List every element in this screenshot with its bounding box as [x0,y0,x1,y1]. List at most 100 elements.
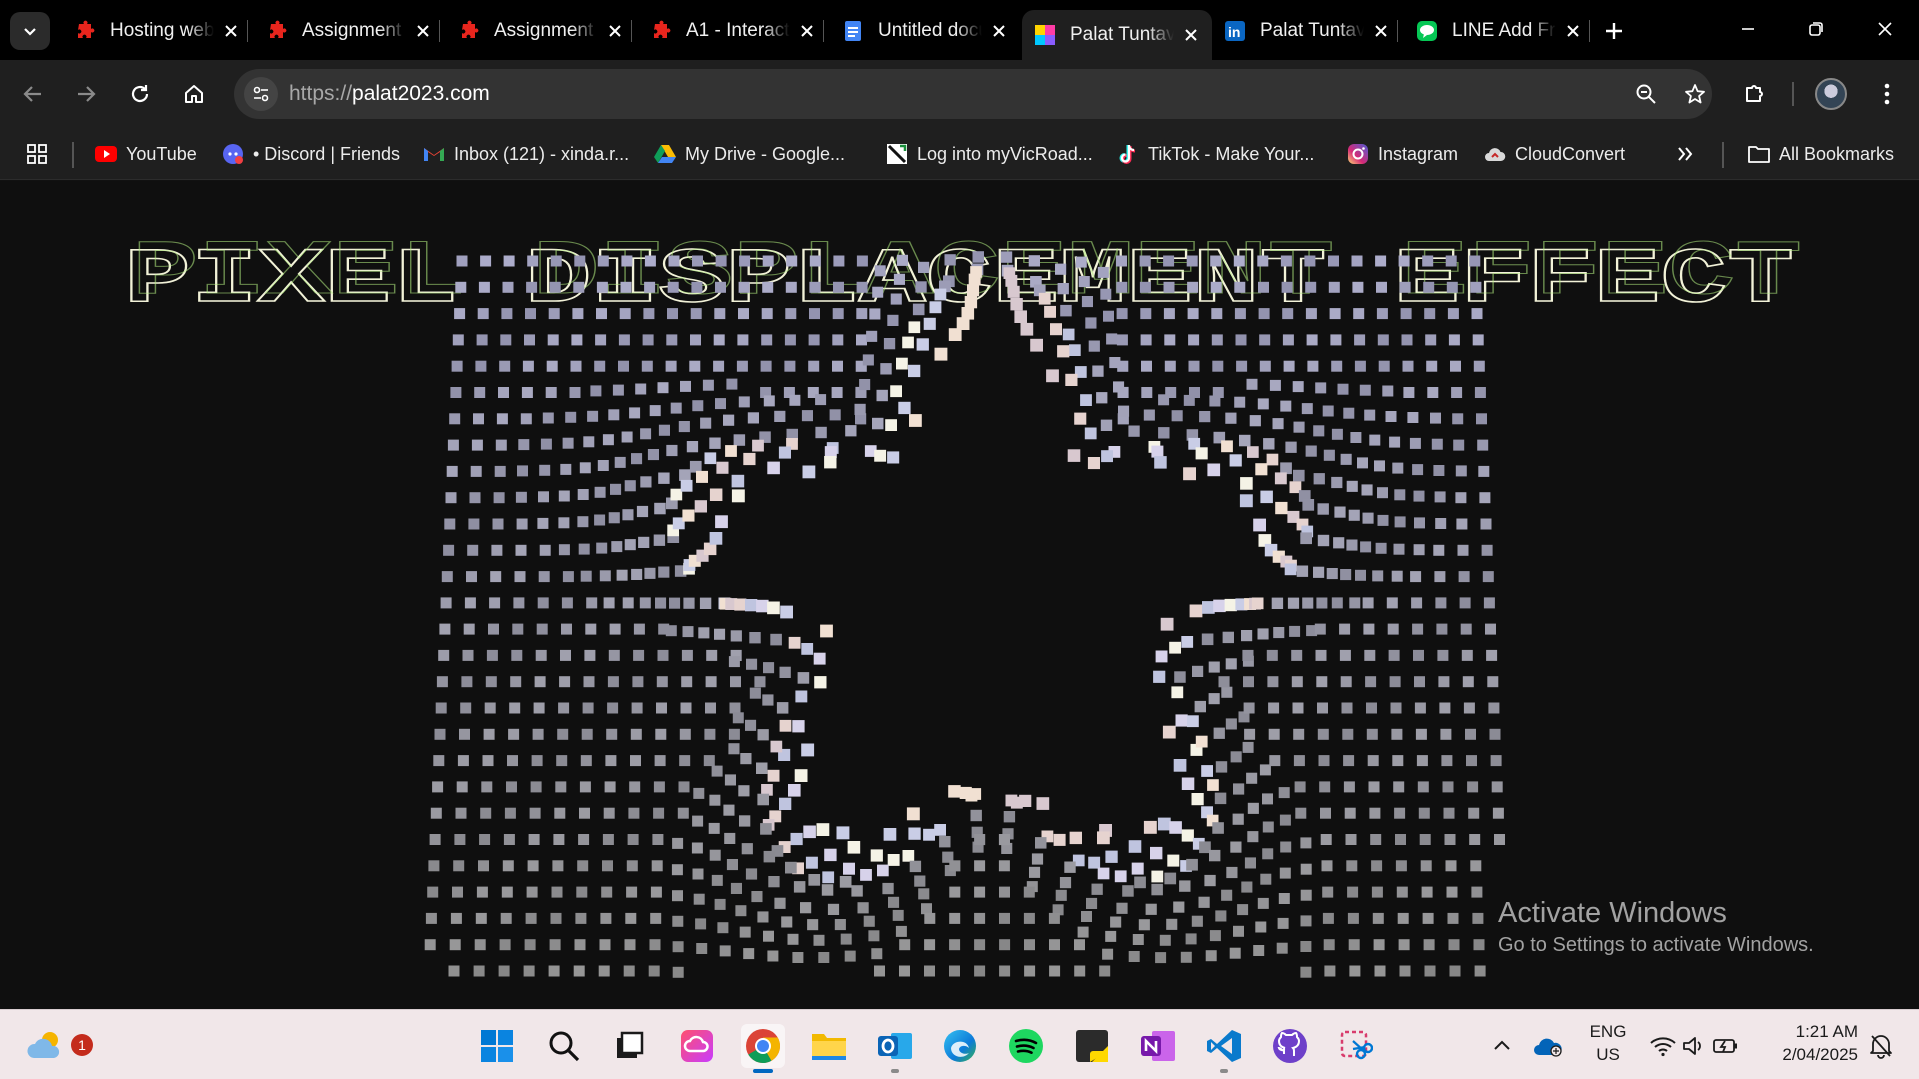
pixel-cell [557,728,569,740]
pixel-cell [496,413,508,425]
minimize-button[interactable] [1725,8,1771,50]
close-icon[interactable] [220,20,242,42]
pixel-cell [1239,494,1253,508]
tab-palat-linkedin[interactable]: in Palat Tuntavong [1212,12,1402,50]
pixel-cell [716,461,729,474]
pixel-cell [1446,281,1458,293]
pixel-cell [526,281,538,293]
close-window-button[interactable] [1862,8,1908,50]
clock-button[interactable]: 1:21 AM 2/04/2025 [1766,1022,1858,1068]
tab-line-add-friend[interactable]: LINE Add Friend [1404,12,1594,50]
pixel-cell [1263,438,1275,450]
pixel-cell [1208,693,1220,705]
restore-button[interactable] [1793,8,1839,50]
pixel-displacement-canvas[interactable] [0,181,1919,1009]
taskbar-snipping-tool[interactable] [1334,1024,1378,1068]
pixel-cell [1139,281,1151,293]
pixel-cell [550,255,562,267]
pixel-cell [1398,939,1410,951]
pixel-cell [801,410,813,422]
more-bookmarks-button[interactable] [1676,140,1694,168]
close-icon[interactable] [796,20,818,42]
pixel-cell [1377,334,1389,346]
tab-search-button[interactable] [10,12,50,50]
close-icon[interactable] [1562,20,1584,42]
home-button[interactable] [174,74,214,114]
taskbar-sticky-notes[interactable] [1070,1024,1114,1068]
task-view-button[interactable] [607,1024,651,1068]
bookmark-star-button[interactable] [1675,74,1715,114]
taskbar-file-explorer[interactable] [807,1024,851,1068]
tab-untitled-document[interactable]: Untitled document [830,12,1020,50]
quick-settings-button[interactable] [1648,1024,1740,1068]
tab-palat-active[interactable]: Palat Tuntavong [1022,10,1212,60]
url-text[interactable]: https://palat2023.com [289,82,490,106]
pixel-cell [949,939,961,951]
bookmark-vicroads[interactable]: Log into myVicRoad... [886,140,1093,168]
taskbar-chrome[interactable] [741,1024,785,1073]
pixel-cell [829,409,841,421]
close-icon[interactable] [1180,24,1202,46]
pixel-cell [808,334,820,346]
site-info-button[interactable] [244,77,278,111]
pixel-cell [745,719,757,731]
language-code: ENG [1589,1022,1627,1041]
pixel-cell [540,438,552,450]
taskbar-creative-cloud[interactable] [675,1024,719,1068]
close-icon[interactable] [1370,20,1392,42]
taskbar-search-button[interactable] [542,1024,586,1068]
bookmark-gmail[interactable]: Inbox (121) - xinda.r... [423,140,629,168]
notifications-button[interactable] [1864,1024,1898,1068]
bookmark-discord[interactable]: • Discord | Friends [222,140,400,168]
new-tab-button[interactable] [1596,14,1632,48]
pixel-cell [1260,490,1273,504]
taskbar-spotify[interactable] [1004,1024,1048,1068]
pixel-cell [1067,449,1081,462]
bookmark-google-drive[interactable]: My Drive - Google... [654,140,845,168]
back-button[interactable] [13,74,53,114]
close-icon[interactable] [412,20,434,42]
forward-button[interactable] [66,74,106,114]
reload-button[interactable] [120,74,160,114]
taskbar-onenote[interactable] [1136,1024,1180,1068]
bookmark-instagram[interactable]: Instagram [1347,140,1458,168]
pixel-cell [1233,255,1245,267]
bookmark-cloudconvert[interactable]: CloudConvert [1484,140,1625,168]
taskbar-outlook[interactable] [873,1024,917,1073]
extensions-button[interactable] [1734,74,1774,114]
taskbar-github-desktop[interactable] [1268,1024,1312,1068]
bookmark-youtube[interactable]: YouTube [95,140,197,168]
menu-button[interactable] [1867,74,1907,114]
pixel-cell [1422,255,1434,267]
apps-button[interactable] [26,140,48,168]
show-hidden-icons-button[interactable] [1480,1024,1524,1068]
onedrive-tray-button[interactable] [1526,1024,1570,1068]
pixel-cell [757,793,769,806]
tab-assignment-1[interactable]: Assignment [254,12,444,50]
start-button[interactable] [475,1024,519,1068]
pixel-cell [1166,918,1178,930]
tab-title: A1 - Interactive [686,20,790,41]
pixel-cell [788,636,801,649]
close-icon[interactable] [988,20,1010,42]
pixel-cell [644,567,656,579]
pixel-cell [1424,308,1436,320]
pixel-cell [454,834,466,845]
tab-a1-interactive[interactable]: A1 - Interactive [638,12,828,50]
pixel-cell [792,952,804,963]
taskbar-vscode[interactable] [1202,1024,1246,1073]
close-icon[interactable] [604,20,626,42]
tab-assignment-2[interactable]: Assignment [446,12,636,50]
tab-hosting[interactable]: Hosting website [62,12,252,50]
all-bookmarks-button[interactable]: All Bookmarks [1748,140,1894,168]
bookmark-tiktok[interactable]: TikTok - Make Your... [1117,140,1314,168]
pixel-cell [1347,886,1359,898]
pixel-cell [1143,409,1155,421]
pixel-cell [1241,881,1253,893]
input-language-button[interactable]: ENG US [1581,1022,1635,1068]
address-bar[interactable]: https://palat2023.com [234,69,1712,119]
profile-avatar[interactable] [1815,78,1847,110]
weather-widget[interactable]: 1 [24,1024,93,1068]
zoom-button[interactable] [1626,74,1666,114]
taskbar-edge[interactable] [938,1024,982,1068]
